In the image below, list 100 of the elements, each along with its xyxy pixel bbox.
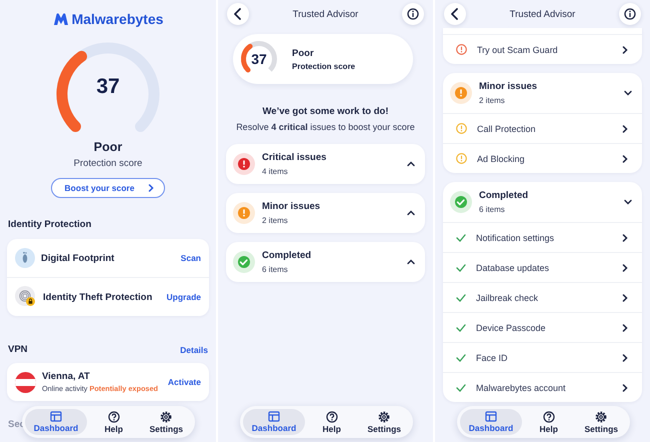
check-icon <box>456 294 466 302</box>
nav-tab[interactable]: Help <box>96 409 132 435</box>
chevron-right-icon <box>622 124 628 132</box>
settings-icon <box>595 410 608 422</box>
group-title: Completed <box>479 190 530 201</box>
issue-row[interactable]: Try out Scam Guard <box>443 34 642 64</box>
footprint-icon <box>15 248 35 268</box>
nav-tab[interactable]: Dashboard <box>243 409 305 435</box>
group-title: Minor issues <box>479 81 538 92</box>
chevron-down-icon[interactable] <box>624 90 632 96</box>
details-link[interactable]: Details <box>180 344 208 354</box>
nav-tab[interactable]: Dashboard <box>460 409 522 435</box>
check-icon <box>456 384 466 392</box>
back-button[interactable] <box>227 3 249 25</box>
item-action-link[interactable]: Scan <box>180 253 201 263</box>
info-button[interactable] <box>619 3 641 25</box>
logo-icon <box>52 12 69 26</box>
check-icon <box>456 324 466 332</box>
dashboard-icon <box>268 411 280 422</box>
headline: We’ve got some work to do! <box>262 106 390 117</box>
info-button[interactable] <box>402 3 424 25</box>
group-count: 6 items <box>479 205 506 214</box>
help-icon <box>326 410 338 422</box>
screen-title: Trusted Advisor <box>510 8 576 20</box>
check-circle-icon <box>233 251 255 273</box>
back-icon <box>233 8 243 20</box>
nav-tab[interactable]: Help <box>314 409 350 435</box>
check-circle-icon <box>450 191 472 213</box>
nav-tab[interactable]: Settings <box>358 409 410 435</box>
app-logo-text: Malwarebytes <box>72 11 164 27</box>
issue-row[interactable]: Database updates <box>443 252 642 282</box>
warning-icon <box>456 123 467 134</box>
help-icon <box>108 410 120 422</box>
issue-row[interactable]: Jailbreak check <box>443 282 642 312</box>
screen-title: Trusted Advisor <box>292 8 358 20</box>
chevron-right-icon <box>622 384 628 392</box>
chevron-down-icon[interactable] <box>624 199 632 205</box>
nav-tab[interactable]: Settings <box>140 409 192 435</box>
chevron-up-icon[interactable] <box>407 161 415 167</box>
group-count: 4 items <box>262 167 289 176</box>
info-icon <box>624 8 636 20</box>
boost-score-button[interactable]: Boost your score <box>50 178 166 198</box>
section-title: VPN <box>8 344 28 355</box>
group-count: 6 items <box>262 265 289 274</box>
nav-tab[interactable]: Dashboard <box>25 409 87 435</box>
nav-tab[interactable]: Settings <box>575 409 627 435</box>
chevron-right-icon <box>622 234 628 242</box>
chevron-right-icon <box>622 294 628 302</box>
chevron-right-icon <box>622 46 628 54</box>
chevron-up-icon[interactable] <box>407 259 415 265</box>
chevron-right-icon <box>622 264 628 272</box>
subline: Resolve 4 critical issues to boost your score <box>235 122 416 132</box>
warning-circle-icon <box>450 82 472 104</box>
nav-tab[interactable]: Help <box>530 409 567 435</box>
group-title: Completed <box>262 250 312 261</box>
back-button[interactable] <box>444 3 466 25</box>
check-icon <box>456 264 466 272</box>
group-title: Minor issues <box>262 201 322 212</box>
score-caption: Protection score <box>292 62 356 70</box>
item-name: Identity Theft Protection <box>43 292 154 302</box>
settings-icon <box>378 410 390 422</box>
item-action-link[interactable]: Upgrade <box>166 292 201 302</box>
dashboard-icon <box>485 411 497 422</box>
warning-circle-icon <box>233 202 255 224</box>
score-caption: Protection score <box>72 158 144 169</box>
group-count: 2 items <box>262 216 289 225</box>
help-icon <box>542 410 555 422</box>
issue-row[interactable]: Device Passcode <box>443 312 642 342</box>
chevron-right-icon <box>148 184 154 192</box>
issue-row[interactable]: Face ID <box>443 342 642 372</box>
section-title: Identity Protection <box>8 219 92 230</box>
issue-row[interactable]: Malwarebytes account <box>443 372 642 402</box>
check-icon <box>456 354 466 362</box>
score-value: 37 <box>251 51 267 67</box>
chevron-right-icon <box>622 324 628 332</box>
warning-icon <box>456 153 467 164</box>
score-rating: Poor <box>292 48 315 58</box>
fingerprint-icon <box>15 286 37 308</box>
issue-row[interactable]: Call Protection <box>443 113 642 143</box>
group-count: 2 items <box>479 96 506 105</box>
warning-icon <box>456 44 467 55</box>
chevron-right-icon <box>622 154 628 162</box>
chevron-up-icon[interactable] <box>407 210 415 216</box>
issue-row[interactable]: Notification settings <box>443 222 642 252</box>
warning-circle-icon <box>233 153 255 175</box>
flag-icon <box>15 372 36 392</box>
item-name: Digital Footprint <box>41 252 116 264</box>
score-rating: Poor <box>92 140 124 154</box>
dashboard-icon <box>50 411 62 422</box>
info-icon <box>407 8 419 20</box>
score-value: 37 <box>96 75 120 99</box>
activate-link[interactable]: Activate <box>168 377 201 387</box>
check-icon <box>456 234 466 242</box>
settings-icon <box>160 410 172 422</box>
score-gauge-fill <box>241 44 253 72</box>
chevron-right-icon <box>622 354 628 362</box>
back-icon <box>450 8 460 20</box>
issue-row[interactable]: Ad Blocking <box>443 143 642 173</box>
vpn-location: Vienna, AT <box>42 371 91 382</box>
group-title: Critical issues <box>262 152 328 163</box>
